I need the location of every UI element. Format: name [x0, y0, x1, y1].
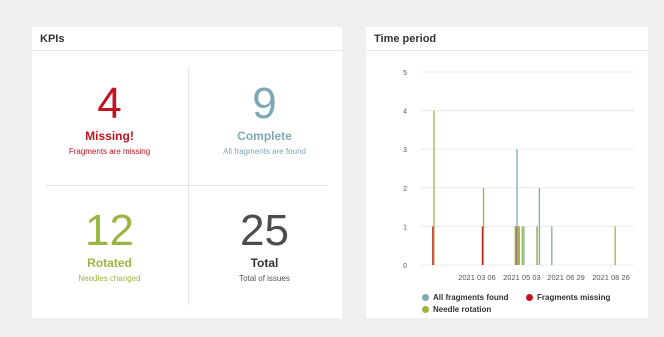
time-period-panel: Time period 0 1 2 3 4 5 2021 03 06 2021 05 03 20… — [366, 27, 648, 318]
kpi-total-label: Total — [250, 256, 279, 270]
kpi-rotated[interactable]: 12 Rotated Needles changed — [32, 206, 187, 284]
kpi-panel-title: KPIs — [32, 27, 342, 51]
legend-needle-rotation[interactable]: Needle rotation — [422, 305, 491, 314]
legend-label: Needle rotation — [433, 305, 492, 314]
kpi-total-number: 25 — [240, 206, 289, 255]
y-tick-label: 5 — [403, 70, 407, 77]
bar-needle-rotation — [517, 226, 520, 265]
kpi-rotated-sub: Needles changed — [78, 274, 141, 283]
kpi-missing-number: 4 — [97, 79, 122, 128]
kpi-grid: 4 Missing! Fragments are missing 9 Compl… — [32, 52, 342, 318]
bar-needle-rotation — [433, 110, 435, 265]
x-tick-label: 2021 05 03 — [503, 273, 541, 282]
y-tick-label: 3 — [403, 147, 407, 154]
x-tick-label: 2021 08 26 — [592, 273, 630, 282]
y-tick-label: 1 — [403, 224, 407, 231]
y-tick-label: 2 — [403, 186, 407, 193]
kpi-missing-label: Missing! — [85, 129, 134, 143]
time-period-chart: 0 1 2 3 4 5 2021 03 06 2021 05 03 2021 06 29 2021… — [403, 70, 634, 282]
bar-all-fragments-found — [523, 226, 525, 265]
y-tick-label: 0 — [403, 263, 407, 270]
kpi-horizontal-divider — [46, 185, 328, 186]
kpi-complete-number: 9 — [252, 79, 277, 128]
kpi-complete[interactable]: 9 Complete All fragments are found — [187, 79, 342, 157]
kpi-rotated-label: Rotated — [87, 256, 132, 270]
bar-all-fragments-found — [538, 187, 541, 265]
kpi-rotated-number: 12 — [85, 206, 134, 255]
legend-label: All fragments found — [433, 293, 509, 302]
kpi-complete-label: Complete — [237, 129, 292, 143]
legend-dot-icon — [422, 306, 429, 313]
legend-dot-icon — [526, 294, 533, 301]
legend-dot-icon — [422, 294, 429, 301]
bar-needle-rotation — [614, 226, 616, 265]
kpi-missing-sub: Fragments are missing — [68, 147, 151, 156]
kpi-total-sub: Total of issues — [239, 274, 290, 283]
kpi-missing[interactable]: 4 Missing! Fragments are missing — [32, 79, 187, 157]
x-tick-label: 2021 03 06 — [458, 273, 496, 282]
kpi-total[interactable]: 25 Total Total of issues — [187, 206, 342, 284]
bar-needle-rotation — [482, 187, 485, 265]
x-tick-label: 2021 06 29 — [547, 273, 585, 282]
y-tick-label: 4 — [403, 109, 407, 116]
kpi-complete-sub: All fragments are found — [223, 147, 306, 156]
legend-fragments-missing[interactable]: Fragments missing — [526, 293, 610, 302]
bar-needle-rotation — [514, 226, 516, 265]
kpi-panel: KPIs 4 Missing! Fragments are missing 9 … — [32, 27, 342, 318]
bar-needle-rotation — [536, 226, 538, 265]
time-period-title: Time period — [366, 27, 648, 51]
bar-needle-rotation — [521, 226, 523, 265]
legend-all-fragments-found[interactable]: All fragments found — [422, 293, 509, 302]
bar-all-fragments-found — [551, 226, 553, 265]
legend-label: Fragments missing — [537, 293, 611, 302]
